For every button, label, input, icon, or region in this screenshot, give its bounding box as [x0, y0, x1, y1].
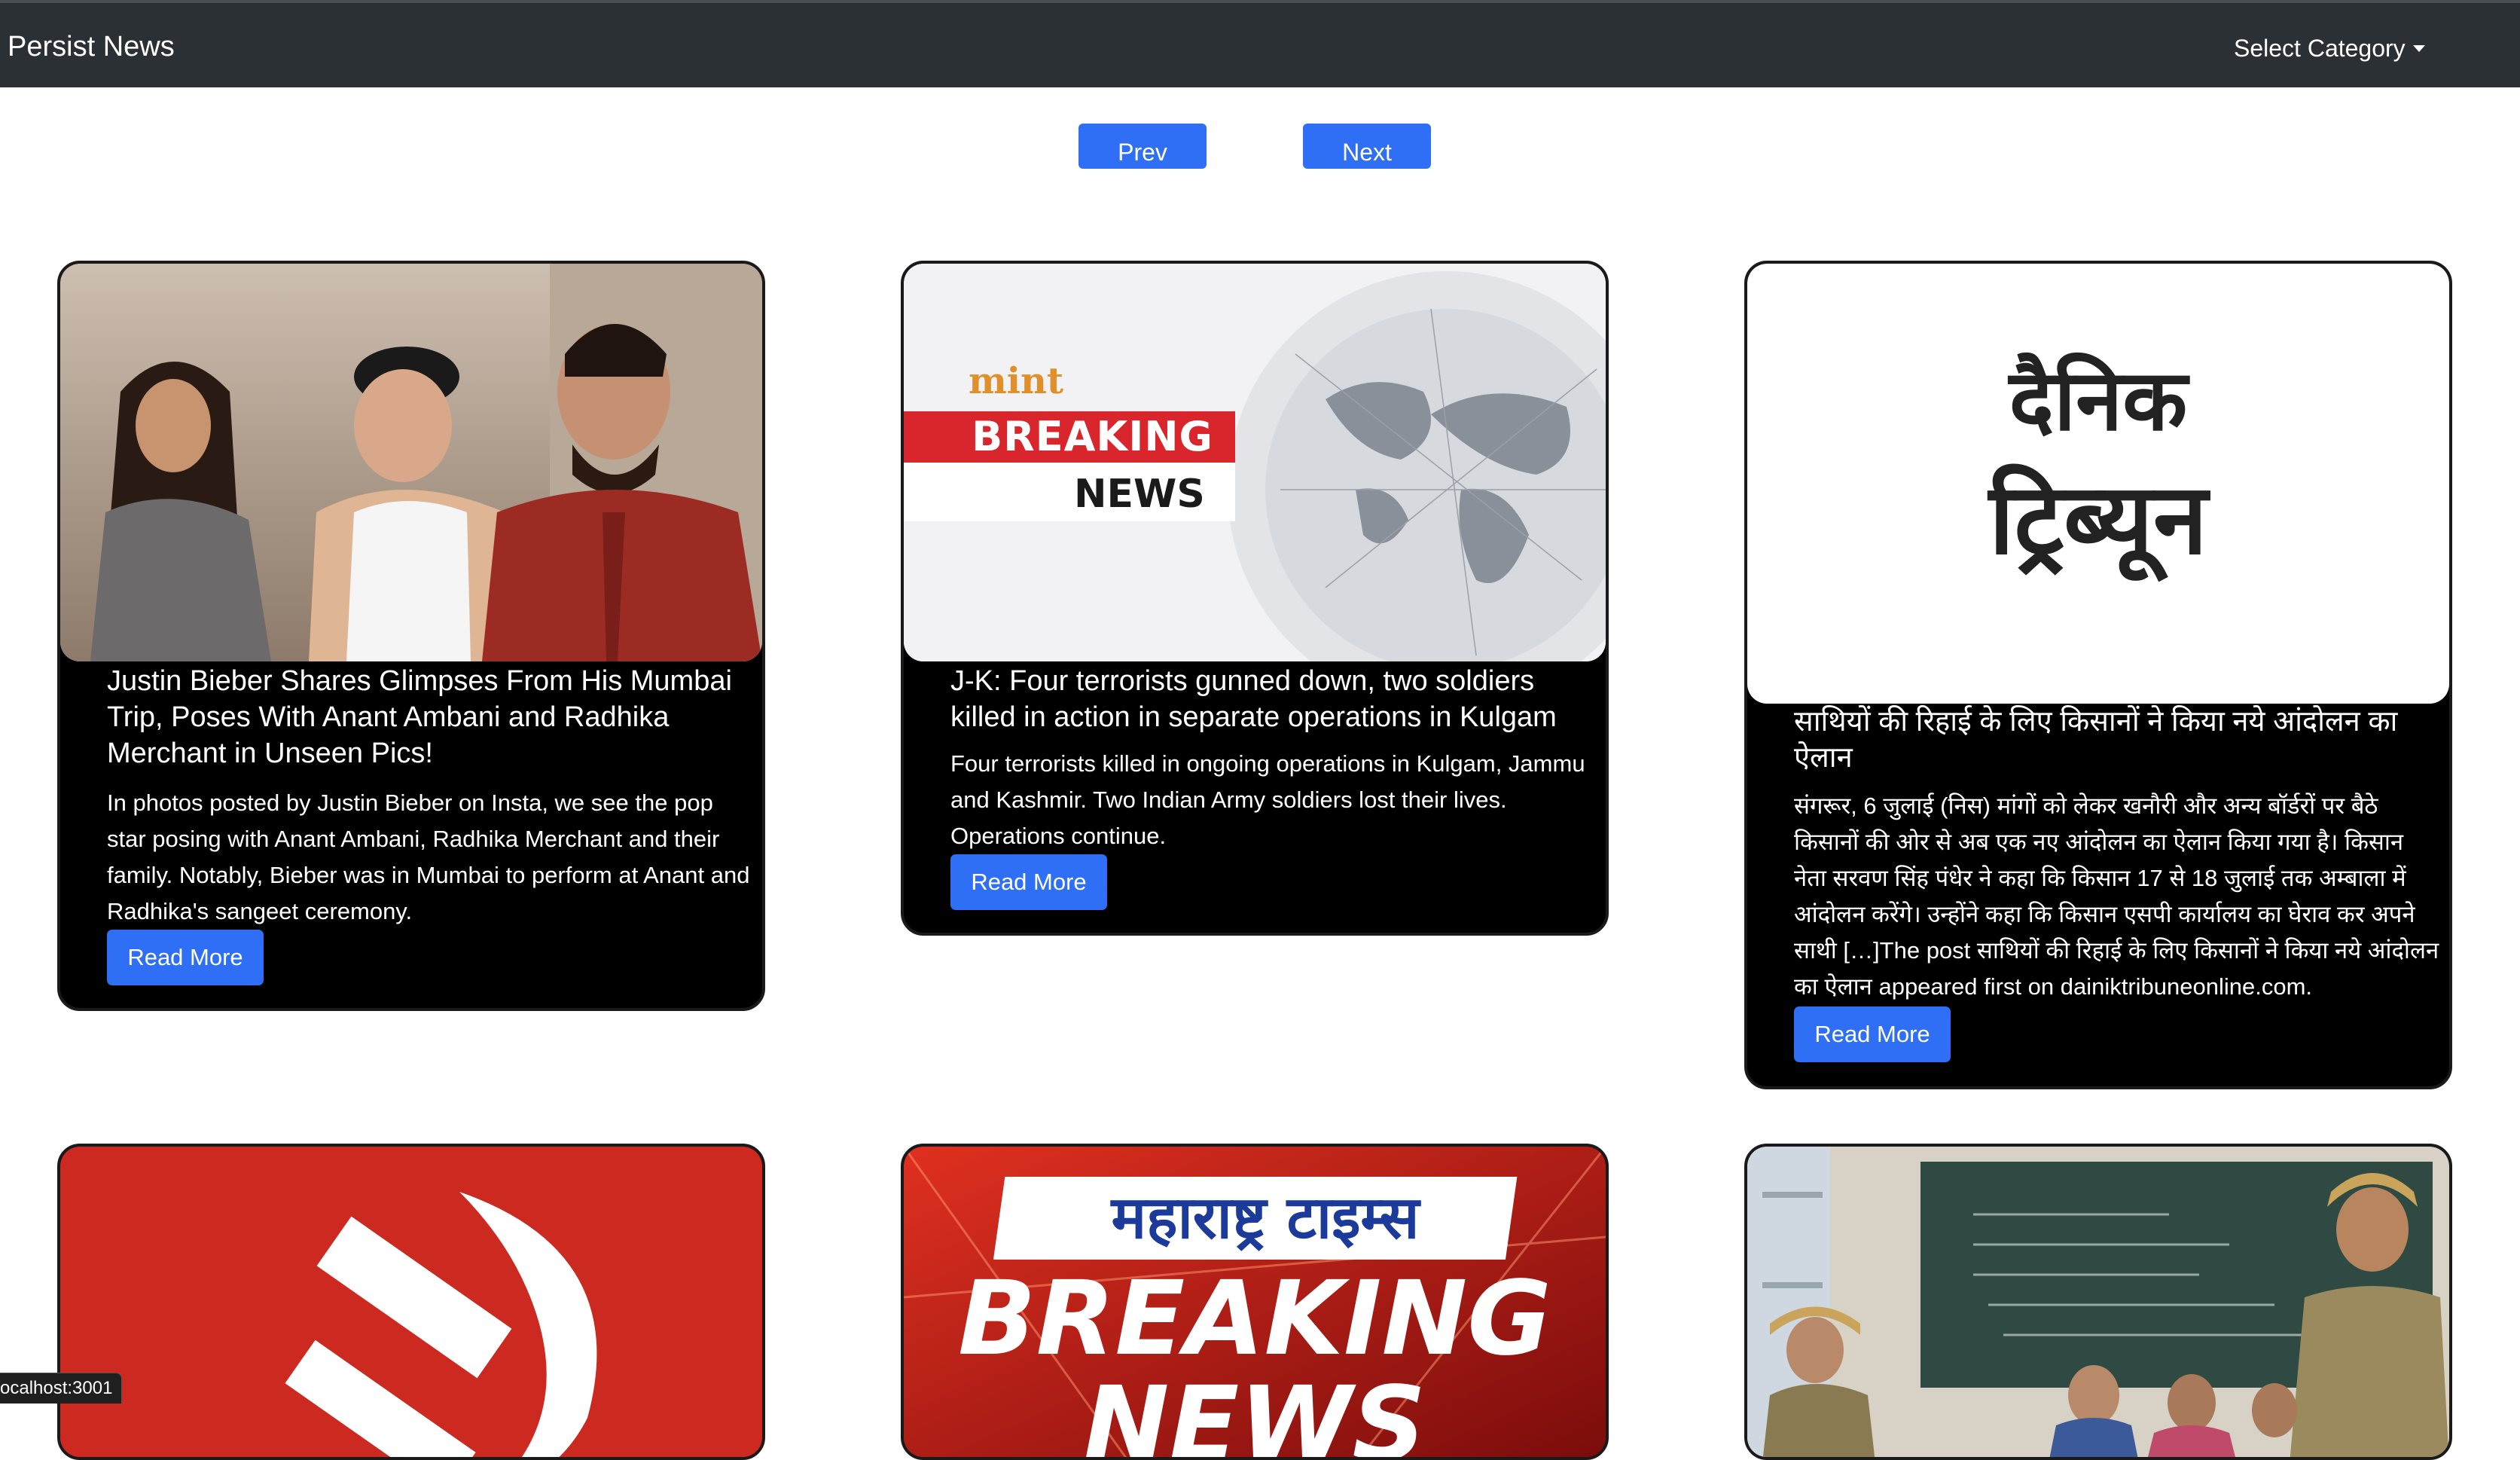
news-text: NEWS: [1074, 472, 1205, 517]
link-status-bar: ocalhost:3001: [0, 1373, 123, 1403]
news-card: महाराष्ट्र टाइम्स BREAKING NEWS: [901, 1144, 1609, 1460]
news-card: Justin Bieber Shares Glimpses From His M…: [57, 261, 765, 1011]
select-category-label: Select Category: [2234, 35, 2406, 62]
card-description: In photos posted by Justin Bieber on Ins…: [107, 790, 750, 924]
read-more-button[interactable]: Read More: [950, 854, 1107, 910]
breaking-text: BREAKING: [972, 413, 1213, 460]
news-card: दैनिक ट्रिब्यून साथियों की रिहाई के लिए …: [1744, 261, 2452, 1089]
top-navbar: Persist News Select Category: [0, 0, 2520, 87]
card-title: J-K: Four terrorists gunned down, two so…: [950, 665, 1557, 733]
card-description: संगरूर, 6 जुलाई (निस) मांगों को लेकर खनौ…: [1794, 793, 2439, 1000]
select-category-dropdown[interactable]: Select Category: [2234, 30, 2425, 66]
news-text: NEWS: [1083, 1365, 1426, 1460]
news-card: [57, 1144, 765, 1460]
hammer-sickle-icon: [60, 1147, 762, 1457]
card-title: साथियों की रिहाई के लिए किसानों ने किया …: [1794, 706, 2398, 774]
classroom-police-photo-icon: [1747, 1147, 2449, 1457]
brand-link[interactable]: Persist News: [8, 27, 175, 66]
mint-breaking-news-icon: [904, 264, 1606, 661]
maharashtra-times-text: महाराष्ट्र टाइम्स: [1111, 1184, 1420, 1252]
news-card: mint BREAKING NEWS J-K: Four terrorists …: [901, 261, 1609, 936]
caret-down-icon: [2412, 45, 2425, 52]
prev-button[interactable]: Prev: [1078, 124, 1207, 169]
card-title: Justin Bieber Shares Glimpses From His M…: [107, 665, 732, 769]
news-card: [1744, 1144, 2452, 1460]
dainik-text: दैनिक: [2009, 352, 2188, 450]
card-description: Four terrorists killed in ongoing operat…: [950, 750, 1585, 849]
breaking-text: BREAKING: [958, 1260, 1551, 1379]
photo-three-people-icon: [60, 264, 762, 661]
read-more-button[interactable]: Read More: [1794, 1006, 1951, 1062]
next-button[interactable]: Next: [1303, 124, 1431, 169]
read-more-button[interactable]: Read More: [107, 930, 264, 985]
tribune-text: ट्रिब्यून: [1988, 462, 2208, 576]
mint-logo-text: mint: [969, 360, 1064, 402]
